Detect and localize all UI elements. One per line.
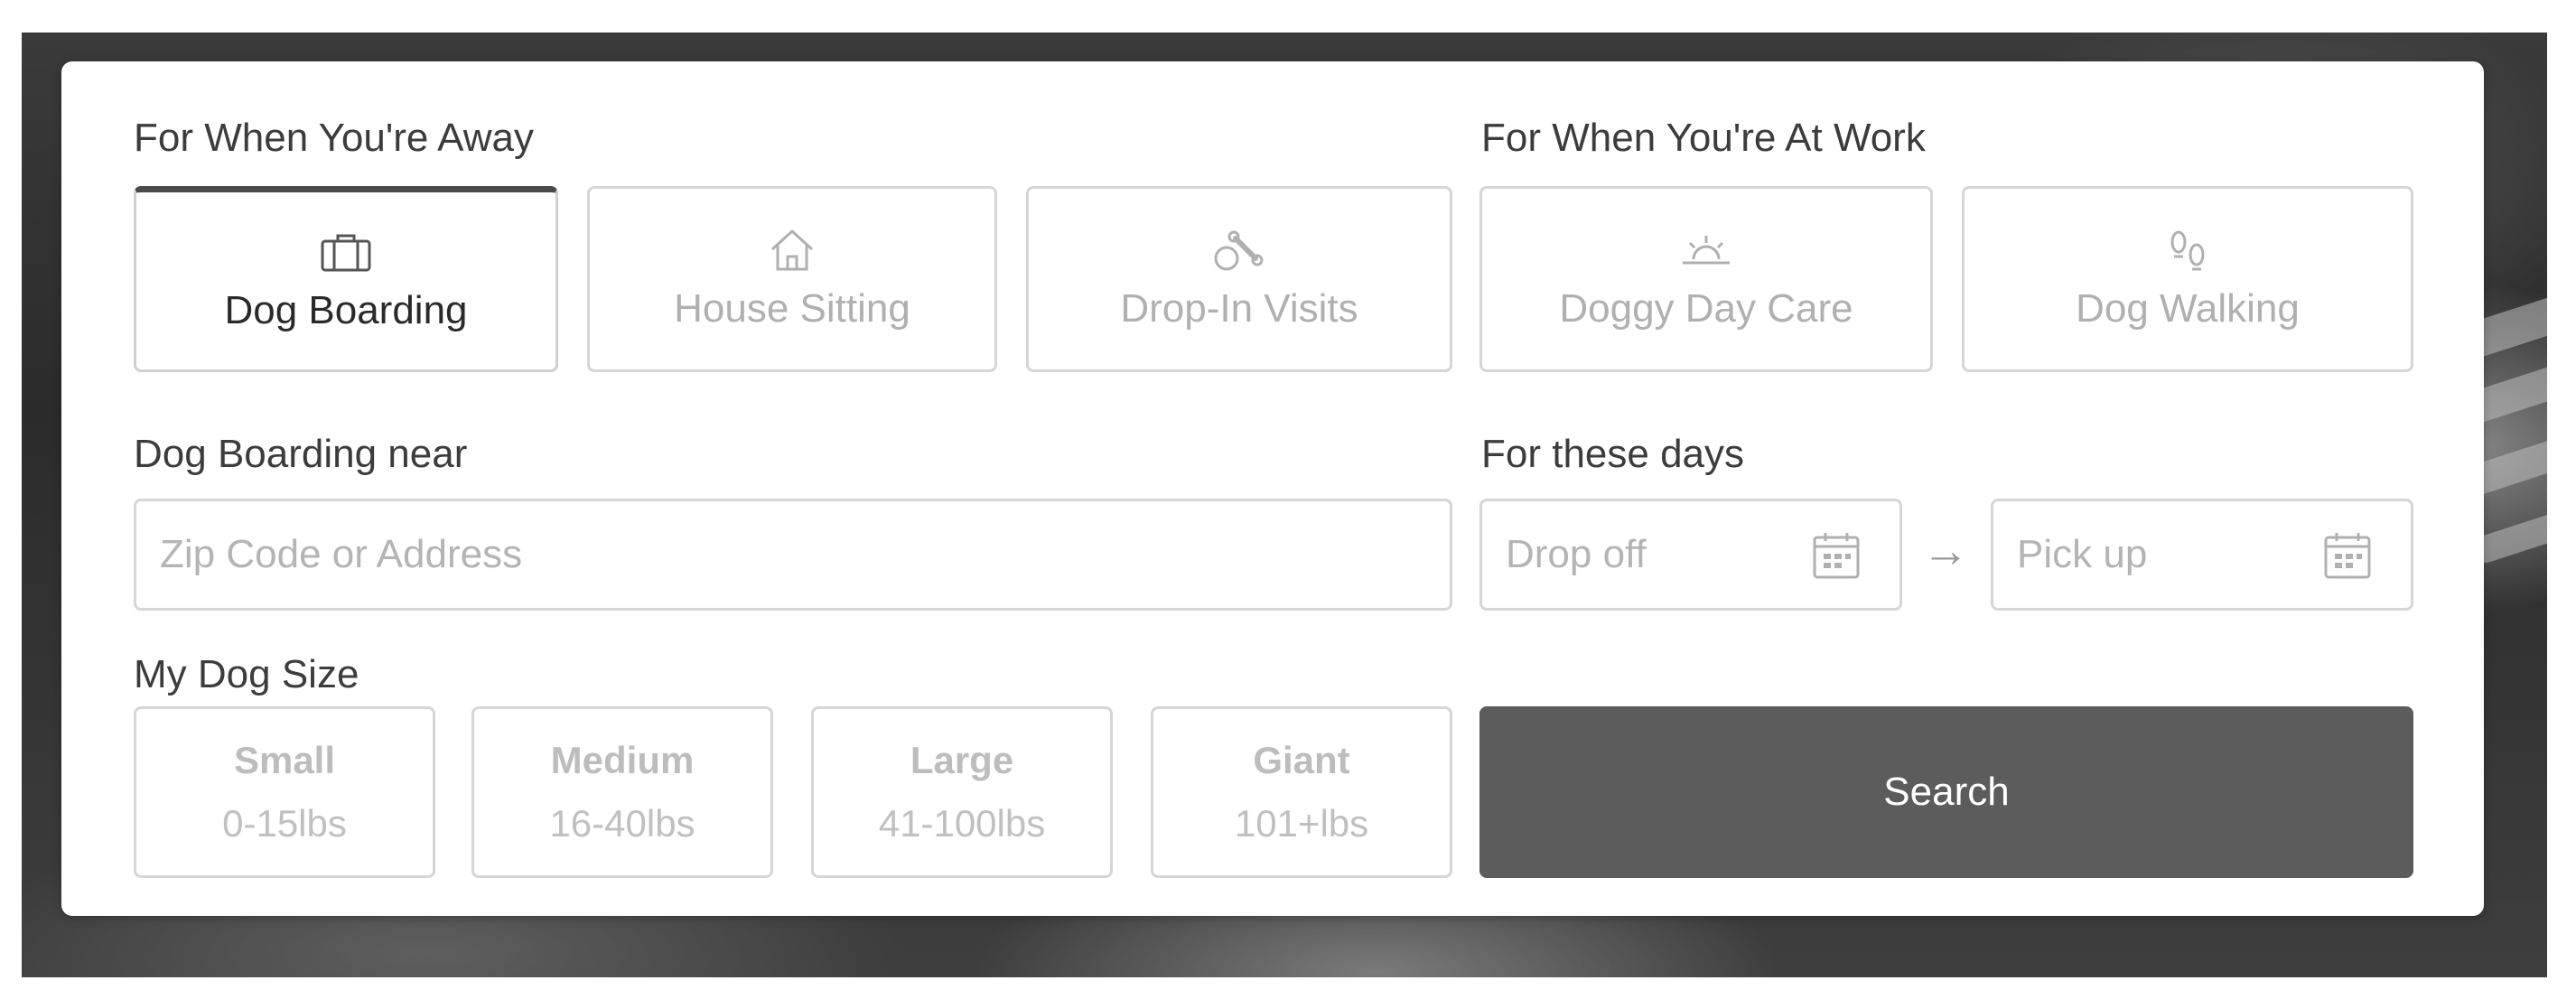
service-label: House Sitting [674, 286, 910, 331]
house-icon [764, 227, 820, 274]
size-name: Large [910, 739, 1014, 781]
drop-off-date-input[interactable]: Drop off [1479, 499, 1902, 611]
size-range: 101+lbs [1234, 802, 1369, 845]
search-button[interactable]: Search [1479, 706, 2413, 878]
date-range-arrow: → [1922, 525, 1969, 577]
size-range: 41-100lbs [878, 802, 1046, 845]
service-label: Doggy Day Care [1559, 286, 1853, 331]
size-option-medium[interactable]: Medium 16-40lbs [471, 706, 773, 878]
search-form-card: For When You're Away For When You're At … [61, 61, 2484, 916]
pick-up-placeholder: Pick up [2017, 532, 2148, 576]
pick-up-date-input[interactable]: Pick up [1991, 499, 2413, 611]
location-input[interactable]: Zip Code or Address [134, 499, 1452, 611]
ball-and-bone-icon [1211, 227, 1267, 274]
days-label: For these days [1481, 432, 1745, 476]
away-section-label: For When You're Away [134, 116, 534, 160]
service-dog-walking[interactable]: Dog Walking [1962, 186, 2413, 372]
service-drop-in-visits[interactable]: Drop-In Visits [1026, 186, 1452, 372]
service-dog-boarding[interactable]: Dog Boarding [134, 186, 558, 372]
suitcase-icon [318, 229, 374, 275]
sunrise-icon [1678, 227, 1734, 274]
size-option-giant[interactable]: Giant 101+lbs [1151, 706, 1452, 878]
size-range: 16-40lbs [549, 802, 695, 845]
calendar-icon [2324, 533, 2371, 579]
paw-prints-icon [2160, 227, 2216, 274]
size-option-small[interactable]: Small 0-15lbs [134, 706, 435, 878]
size-name: Giant [1253, 739, 1350, 781]
service-label: Dog Walking [2076, 286, 2300, 331]
service-label: Drop-In Visits [1120, 286, 1358, 331]
near-label: Dog Boarding near [134, 432, 468, 476]
work-section-label: For When You're At Work [1481, 116, 1926, 160]
size-range: 0-15lbs [222, 802, 347, 845]
size-name: Medium [550, 739, 695, 781]
drop-off-placeholder: Drop off [1506, 532, 1647, 576]
calendar-icon [1813, 533, 1860, 579]
service-label: Dog Boarding [224, 288, 468, 332]
size-option-large[interactable]: Large 41-100lbs [811, 706, 1113, 878]
size-name: Small [233, 739, 336, 781]
location-placeholder: Zip Code or Address [160, 532, 523, 576]
service-doggy-day-care[interactable]: Doggy Day Care [1479, 186, 1933, 372]
service-house-sitting[interactable]: House Sitting [587, 186, 997, 372]
size-label: My Dog Size [134, 652, 359, 696]
